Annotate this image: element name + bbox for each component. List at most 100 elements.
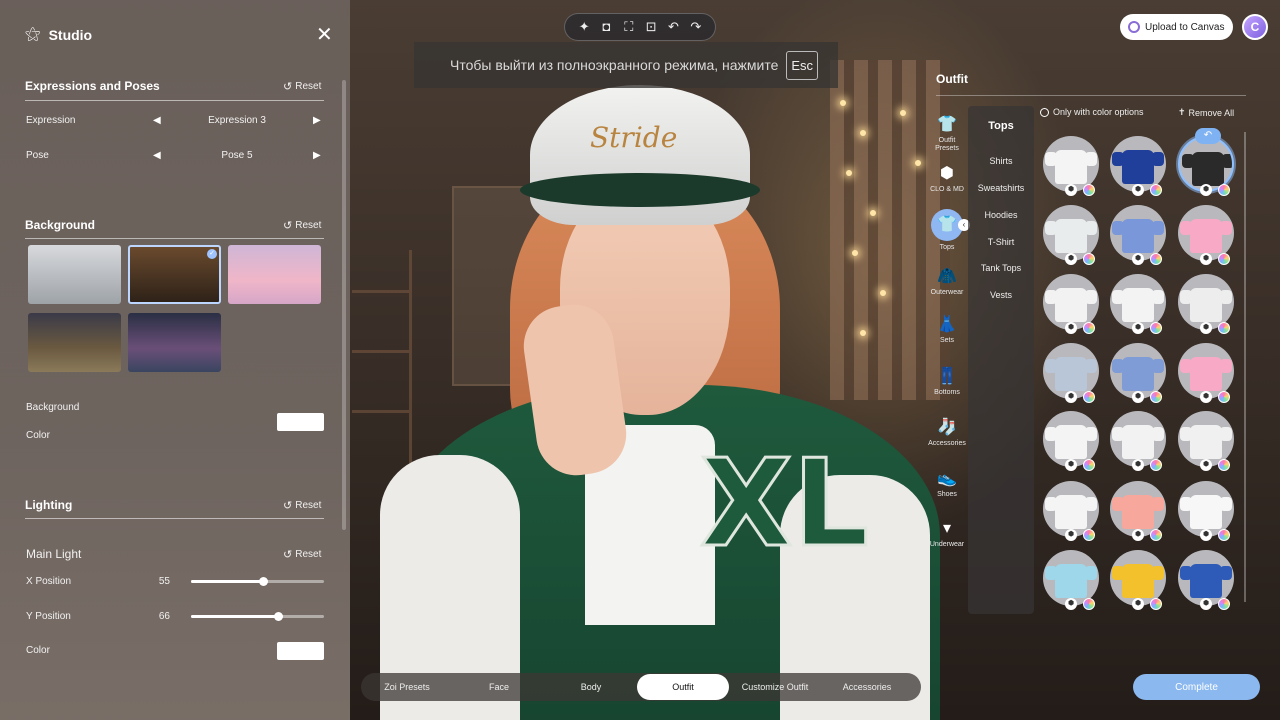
pose-value: Pose 5 (221, 150, 253, 161)
only-color-options-toggle[interactable]: Only with color options (1040, 107, 1144, 117)
cube-icon: ⬢ (1200, 391, 1212, 403)
tshirt-icon: 👕 (937, 216, 957, 233)
garment-image (1122, 219, 1154, 253)
jacket-icon: 🧥 (937, 268, 957, 285)
cube-icon: ⬢ (1200, 253, 1212, 265)
complete-button[interactable]: Complete (1133, 674, 1260, 700)
pose-next-button[interactable]: ▶ (313, 150, 321, 161)
garment-image (1122, 150, 1154, 184)
subcategory-vests[interactable]: Vests (968, 290, 1034, 300)
expression-label: Expression (26, 115, 76, 126)
tab-face[interactable]: Face (453, 674, 545, 700)
upload-to-canvas-button[interactable]: Upload to Canvas (1120, 14, 1233, 40)
cube-icon: ⬢ (1132, 322, 1144, 334)
studio-scrollbar[interactable] (342, 80, 346, 530)
character-cap-brim (520, 173, 760, 207)
category-label: Shoes (937, 491, 957, 498)
expression-next-button[interactable]: ▶ (313, 115, 321, 126)
background-color-label-2: Color (26, 430, 50, 441)
category-label: Sets (939, 337, 954, 344)
camera-icon[interactable]: ◘ (597, 18, 615, 36)
frame-icon[interactable]: ⛶ (620, 18, 638, 36)
main-light-reset-button[interactable]: ↺ Reset (283, 548, 321, 561)
subcategory-shirts[interactable]: Shirts (968, 156, 1034, 166)
cube-icon: ⬢ (1200, 184, 1212, 196)
slider-thumb[interactable] (259, 577, 268, 586)
background-thumb-bedroom[interactable]: ✓ (128, 245, 221, 304)
background-color-swatch[interactable] (277, 413, 324, 431)
subcategory-hoodies[interactable]: Hoodies (968, 210, 1034, 220)
y-position-slider[interactable] (191, 612, 324, 621)
expression-prev-button[interactable]: ◀ (153, 115, 161, 126)
hanger-icon: 👕 (937, 116, 957, 133)
category-outerwear[interactable]: 🧥 Outerwear (926, 268, 968, 297)
tab-zoi-presets[interactable]: Zoi Presets (361, 674, 453, 700)
color-options-icon (1218, 253, 1230, 265)
dress-icon: 👗 (937, 316, 957, 333)
garment-image (1122, 288, 1154, 322)
underwear-icon: ▾ (942, 520, 952, 537)
subcategory-tank-tops[interactable]: Tank Tops (968, 263, 1034, 273)
garment-image (1190, 425, 1222, 459)
pose-prev-button[interactable]: ◀ (153, 150, 161, 161)
canvas-logo-icon (1128, 21, 1140, 33)
tab-customize-outfit[interactable]: Customize Outfit (729, 674, 821, 700)
background-thumb-street[interactable] (28, 313, 121, 372)
subcategory-tops[interactable]: Tops (968, 120, 1034, 132)
color-options-icon (1150, 391, 1162, 403)
category-shoes[interactable]: 👟 Shoes (926, 470, 968, 499)
avatar[interactable]: C (1242, 14, 1268, 40)
divider (25, 100, 324, 101)
category-underwear[interactable]: ▾ Underwear (926, 520, 968, 549)
tab-outfit[interactable]: Outfit (637, 674, 729, 700)
slider-thumb[interactable] (274, 612, 283, 621)
background-thumb-neon[interactable] (128, 313, 221, 372)
category-accessories[interactable]: 🧦 Accessories (926, 419, 968, 448)
remove-all-button[interactable]: ✝ Remove All (1178, 107, 1234, 118)
expressions-reset-button[interactable]: ↺ Reset (283, 80, 321, 93)
background-thumb-sky[interactable] (228, 245, 321, 304)
subcategory-panel: Tops Shirts Sweatshirts Hoodies T-Shirt … (968, 106, 1034, 614)
subcategory-tshirt[interactable]: T-Shirt (968, 237, 1034, 247)
tab-body[interactable]: Body (545, 674, 637, 700)
character-avatar[interactable]: Stride XL (380, 55, 940, 720)
studio-panel: ⚝ Studio ✕ Expressions and Poses ↺ Reset… (0, 0, 350, 720)
category-label: Outfit Presets (935, 137, 959, 152)
garment-image (1190, 288, 1222, 322)
cube-icon: ⬢ (1200, 322, 1212, 334)
redo-icon[interactable]: ↷ (687, 18, 705, 36)
camera-toolbar: ✦ ◘ ⛶ ⊡ ↶ ↷ (564, 13, 716, 41)
undo-icon[interactable]: ↶ (1195, 128, 1221, 144)
category-clo-md[interactable]: ⬢ CLO & MD (926, 165, 968, 194)
x-position-value: 55 (158, 576, 170, 587)
close-icon[interactable]: ✕ (316, 25, 333, 45)
category-bottoms[interactable]: 👖 Bottoms (926, 368, 968, 397)
pants-icon: 👖 (937, 368, 957, 385)
cube-icon: ⬢ (1200, 459, 1212, 471)
outfit-grid-scrollbar[interactable] (1244, 132, 1246, 602)
color-options-icon (1150, 598, 1162, 610)
light-color-swatch[interactable] (277, 642, 324, 660)
undo-icon[interactable]: ↶ (664, 18, 682, 36)
divider (25, 518, 324, 519)
fullscreen-message: Чтобы выйти из полноэкранного режима, на… (450, 57, 779, 73)
cap-logo-text: Stride (590, 121, 678, 154)
expressions-title: Expressions and Poses (25, 79, 160, 93)
category-outfit-presets[interactable]: 👕 Outfit Presets (926, 116, 968, 153)
category-label: Outerwear (930, 289, 964, 296)
pose-label: Pose (26, 150, 49, 161)
category-label: Tops (939, 244, 955, 251)
tab-accessories[interactable]: Accessories (821, 674, 913, 700)
color-options-icon (1150, 322, 1162, 334)
sparkle-icon[interactable]: ✦ (575, 18, 593, 36)
background-reset-button[interactable]: ↺ Reset (283, 219, 321, 232)
subcategory-sweatshirts[interactable]: Sweatshirts (968, 183, 1034, 193)
x-position-slider[interactable] (191, 577, 324, 586)
cube-icon: ⬢ (1065, 253, 1077, 265)
cube-icon: ⬢ (1200, 598, 1212, 610)
background-thumb-studio[interactable] (28, 245, 121, 304)
category-sets[interactable]: 👗 Sets (926, 316, 968, 345)
studio-header: ⚝ Studio (25, 26, 92, 44)
lighting-reset-button[interactable]: ↺ Reset (283, 499, 321, 512)
focus-icon[interactable]: ⊡ (642, 18, 660, 36)
